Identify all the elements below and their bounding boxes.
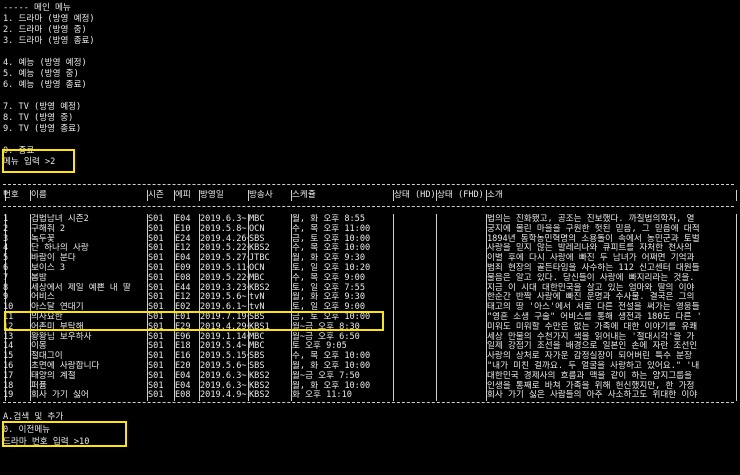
selected-row-highlight (4, 311, 384, 331)
table-cell: E08 (175, 390, 191, 401)
table-top-border (3, 184, 734, 185)
column-divider (436, 390, 437, 402)
table-cell: 19 (3, 390, 14, 401)
column-header: 시즌 (148, 190, 164, 200)
column-divider (393, 390, 394, 402)
table-cell: KBS2 (249, 390, 270, 401)
column-header: 방영일 (200, 190, 224, 200)
terminal-window: { "menu": { "header": "----- 메인 메뉴", "it… (0, 0, 740, 475)
menu-item[interactable]: 6. 예능 (방영 종료) (3, 80, 87, 91)
column-header: 에피 (175, 190, 191, 200)
table-cell: 화 오후 11:10 (292, 390, 352, 401)
table-header-divider (3, 206, 734, 207)
table-cell: 회사 가기 싫어 (31, 390, 89, 401)
column-header: 이름 (31, 190, 47, 200)
menu-item[interactable]: 1. 드라마 (방영 예정) (3, 14, 95, 25)
table-cell: S01 (148, 390, 164, 401)
column-header: 상태 (FHD) (437, 190, 484, 200)
column-header: 상태 (HD) (394, 190, 436, 200)
menu-item[interactable]: 9. TV (방영 종료) (3, 124, 81, 135)
table-cell: 회사 가기 싫은 사람들의 아주 사소하고도 위대한 이야 (487, 390, 698, 401)
menu-item[interactable]: 2. 드라마 (방영 중) (3, 25, 87, 36)
menu-item[interactable]: 3. 드라마 (방영 종료) (3, 36, 95, 47)
column-header: 방송사 (249, 190, 273, 200)
menu-item[interactable]: 8. TV (방영 중) (3, 113, 73, 124)
table-header-row: 번호 이름 시즌 에피 방영일 방송사 스케쥴 상태 (HD) 상태 (FHD) 소개 (0, 190, 740, 201)
footer-prompt-highlight (2, 421, 127, 447)
menu-prompt-highlight (2, 149, 75, 173)
table-cell: 2019.4.9~ (200, 390, 247, 401)
menu-item[interactable]: 5. 예능 (방영 중) (3, 69, 79, 80)
column-header: 소개 (487, 190, 503, 200)
column-header: 번호 (3, 190, 19, 200)
table-row[interactable]: 19 회사 가기 싫어 S01 E08 2019.4.9~ KBS2 화 오후 11:10 회… (0, 390, 740, 402)
menu-item[interactable]: 7. TV (방영 예정) (3, 102, 81, 113)
table-bottom-border (3, 402, 734, 403)
column-header: 스케쥴 (292, 190, 316, 200)
menu-item[interactable]: 4. 예능 (방영 예정) (3, 58, 87, 69)
menu-header: ----- 메인 메뉴 (3, 3, 71, 13)
